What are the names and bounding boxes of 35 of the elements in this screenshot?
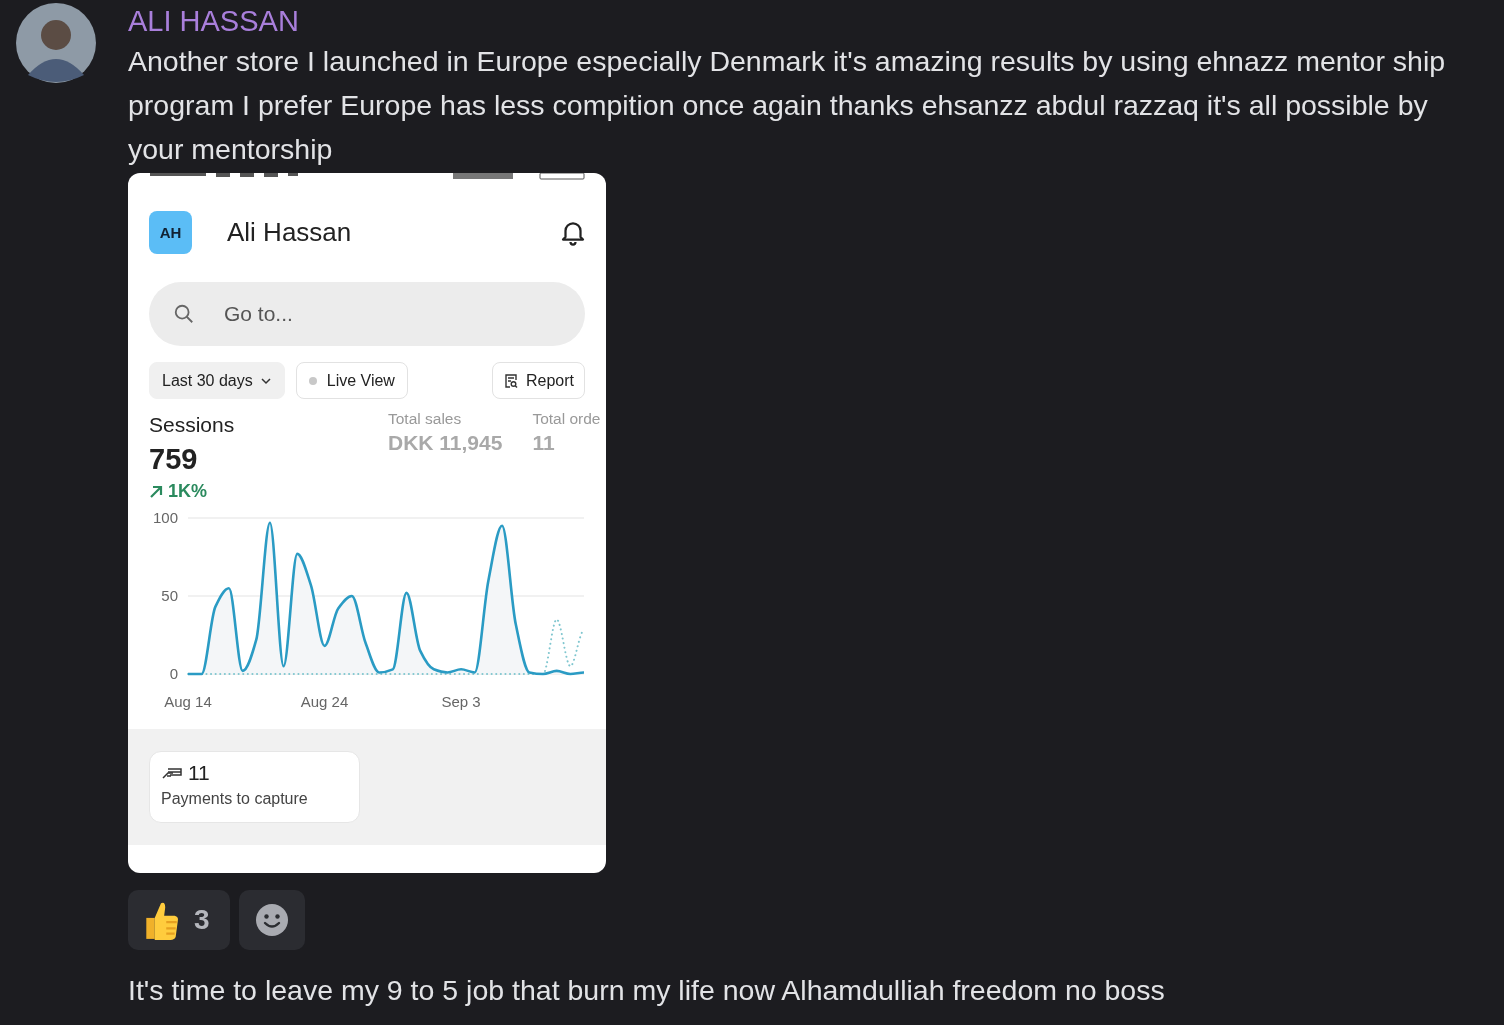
axis-tick-label: 100 (152, 509, 178, 526)
axis-tick-label: 50 (161, 587, 178, 604)
metric-value: DKK 11,945 (388, 431, 503, 455)
date-range-dropdown[interactable]: Last 30 days (149, 362, 285, 399)
live-view-button[interactable]: Live View (295, 362, 408, 399)
metric-label: Total sales (388, 410, 463, 428)
report-button[interactable]: Report (491, 362, 585, 399)
hand-card-icon (161, 765, 183, 781)
payments-card[interactable]: 11 Payments to capture (149, 751, 360, 823)
smiley-icon (254, 903, 289, 937)
axis-tick-label: Sep 3 (441, 693, 481, 710)
status-dot-icon (308, 376, 317, 385)
payments-count: 11 (188, 761, 210, 785)
metric-value: 759 (149, 443, 199, 476)
metric-label: Total orde (532, 410, 601, 428)
message-text: It's time to leave my 9 to 5 job that burn my life now Alhamdulliah freedom no boss (128, 973, 1166, 1008)
metric-value: 11 (532, 431, 556, 455)
screenshot-attachment[interactable]: AH Ali Hassan Go to... Last 30 days Live View Report Sessions 759 1K% Total sales DKK 11,945 Total orde 11 0 50 100 Aug 14 Aug 24 Sep 3 11 Payments to capture (128, 173, 606, 873)
store-name: Ali Hassan (227, 216, 353, 248)
author-name[interactable]: ALI HASSAN (128, 3, 1488, 39)
add-reaction-button[interactable] (238, 890, 305, 950)
store-avatar[interactable]: AH (149, 210, 192, 254)
reaction-button[interactable]: 3 (128, 890, 230, 950)
arrow-up-right-icon (149, 484, 163, 499)
axis-tick-label: 0 (169, 665, 178, 682)
message-text: Another store I launched in Europe especially Denmark it's amazing results by using ehnazz mentor ship program I prefer Europe has less compition once again thanks ehsanzz abdul razzaq it's all possible by your mentorship (128, 44, 1447, 167)
axis-tick-label: Aug 24 (300, 693, 349, 710)
search-field[interactable]: Go to... (149, 282, 585, 346)
report-search-icon (502, 372, 519, 389)
metric-label: Sessions (149, 413, 236, 437)
axis-tick-label: Aug 14 (164, 693, 212, 710)
change-percentage: 1K% (168, 481, 207, 502)
search-icon (173, 303, 195, 325)
user-avatar[interactable] (16, 3, 96, 83)
payments-label: Payments to capture (161, 790, 309, 808)
